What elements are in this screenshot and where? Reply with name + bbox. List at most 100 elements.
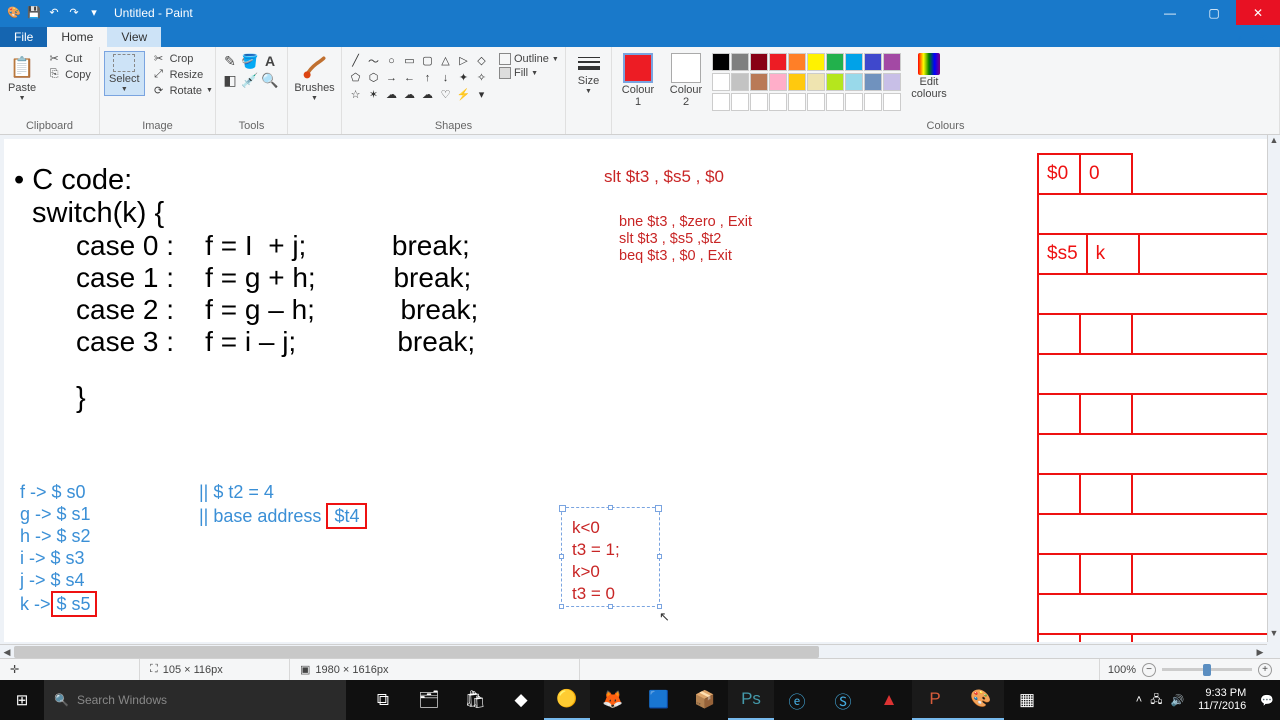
- palette-swatch[interactable]: [788, 93, 806, 111]
- paint-icon[interactable]: 🎨: [958, 680, 1004, 720]
- resize-button[interactable]: ⤢Resize: [149, 67, 216, 82]
- select-icon: [113, 54, 135, 72]
- palette-swatch[interactable]: [807, 53, 825, 71]
- qat-custom-icon[interactable]: ▾: [86, 5, 102, 21]
- acrobat-icon[interactable]: ▲: [866, 680, 912, 720]
- tab-home[interactable]: Home: [47, 27, 107, 47]
- palette-swatch[interactable]: [750, 53, 768, 71]
- zoom-tool-icon[interactable]: 🔍: [262, 72, 278, 88]
- cut-button[interactable]: ✂Cut: [44, 51, 94, 66]
- vs-icon[interactable]: ◆: [498, 680, 544, 720]
- firefox-icon[interactable]: 🦊: [590, 680, 636, 720]
- store-icon[interactable]: 🛍: [452, 680, 498, 720]
- canvas-size-icon: ▣: [300, 663, 310, 676]
- colour2-button[interactable]: Colour 2: [664, 51, 708, 110]
- horizontal-scrollbar[interactable]: ◀ ▶: [0, 644, 1267, 658]
- qat-undo-icon[interactable]: ↶: [46, 5, 62, 21]
- app2-icon[interactable]: 📦: [682, 680, 728, 720]
- volume-icon[interactable]: 🔊: [1170, 694, 1184, 707]
- chrome-icon[interactable]: 🟡: [544, 680, 590, 720]
- palette-swatch[interactable]: [731, 73, 749, 91]
- paste-button[interactable]: 📋 Paste ▼: [4, 51, 40, 104]
- network-icon[interactable]: 🖧: [1150, 691, 1162, 710]
- palette-swatch[interactable]: [845, 73, 863, 91]
- palette-swatch[interactable]: [712, 93, 730, 111]
- eraser-tool-icon[interactable]: ◧: [222, 72, 238, 88]
- brushes-button[interactable]: Brushes ▼: [290, 51, 338, 104]
- palette-swatch[interactable]: [864, 53, 882, 71]
- notifications-icon[interactable]: 💬: [1260, 694, 1274, 707]
- crop-button[interactable]: ✂Crop: [149, 51, 216, 66]
- palette-swatch[interactable]: [864, 93, 882, 111]
- scroll-down-icon[interactable]: ▼: [1268, 628, 1280, 642]
- palette-swatch[interactable]: [712, 53, 730, 71]
- start-button[interactable]: ⊞: [0, 680, 44, 720]
- tab-view[interactable]: View: [107, 27, 161, 47]
- zoom-in-button[interactable]: +: [1258, 663, 1272, 677]
- zoom-slider[interactable]: [1162, 668, 1252, 671]
- palette-swatch[interactable]: [712, 73, 730, 91]
- boxed-s5: $ s5: [51, 591, 97, 617]
- search-input[interactable]: 🔍 Search Windows: [44, 680, 346, 720]
- copy-button[interactable]: ⎘Copy: [44, 67, 94, 82]
- palette-swatch[interactable]: [731, 93, 749, 111]
- taskview-icon[interactable]: ⧉: [360, 680, 406, 720]
- scroll-up-icon[interactable]: ▲: [1268, 135, 1280, 149]
- app3-icon[interactable]: ▦: [1004, 680, 1050, 720]
- fill-tool-icon[interactable]: 🪣: [242, 53, 258, 69]
- select-button[interactable]: Select ▼: [104, 51, 145, 96]
- palette-swatch[interactable]: [883, 93, 901, 111]
- palette-swatch[interactable]: [807, 73, 825, 91]
- colour-palette[interactable]: [712, 51, 901, 113]
- tray-chevron-icon[interactable]: ˄: [1136, 694, 1142, 706]
- palette-swatch[interactable]: [826, 73, 844, 91]
- qat-save-icon[interactable]: 💾: [26, 5, 42, 21]
- palette-swatch[interactable]: [769, 93, 787, 111]
- scroll-right-icon[interactable]: ▶: [1253, 645, 1267, 658]
- tab-file[interactable]: File: [0, 27, 47, 47]
- skype-icon[interactable]: Ⓢ: [820, 680, 866, 720]
- size-button[interactable]: Size ▼: [570, 51, 608, 97]
- outline-button[interactable]: Outline ▼: [499, 53, 559, 65]
- palette-swatch[interactable]: [788, 73, 806, 91]
- palette-swatch[interactable]: [826, 93, 844, 111]
- close-button[interactable]: ✕: [1236, 0, 1280, 25]
- photoshop-icon[interactable]: Ps: [728, 680, 774, 720]
- edit-colours-button[interactable]: Edit colours: [905, 51, 953, 102]
- palette-swatch[interactable]: [769, 73, 787, 91]
- ribbon-minimise-icon[interactable]: ˄: [1232, 32, 1248, 47]
- scroll-thumb[interactable]: [14, 646, 819, 658]
- colour1-button[interactable]: Colour 1: [616, 51, 660, 110]
- palette-swatch[interactable]: [826, 53, 844, 71]
- palette-swatch[interactable]: [731, 53, 749, 71]
- qat-redo-icon[interactable]: ↷: [66, 5, 82, 21]
- shapes-gallery[interactable]: ╱〜○▭▢△▷◇ ⬠⬡→←↑↓✦✧ ☆✶☁☁☁♡⚡▾: [346, 51, 491, 104]
- scroll-left-icon[interactable]: ◀: [0, 645, 14, 658]
- palette-swatch[interactable]: [769, 53, 787, 71]
- canvas[interactable]: • C code: switch(k) { case 0 : f = I + j…: [4, 139, 1268, 642]
- fill-button[interactable]: Fill ▼: [499, 67, 559, 79]
- picker-tool-icon[interactable]: 💉: [242, 72, 258, 88]
- minimize-button[interactable]: —: [1148, 0, 1192, 25]
- maximize-button[interactable]: ▢: [1192, 0, 1236, 25]
- ie-icon[interactable]: ⓔ: [774, 680, 820, 720]
- palette-swatch[interactable]: [883, 53, 901, 71]
- palette-swatch[interactable]: [883, 73, 901, 91]
- palette-swatch[interactable]: [750, 93, 768, 111]
- palette-swatch[interactable]: [845, 53, 863, 71]
- palette-swatch[interactable]: [845, 93, 863, 111]
- explorer-icon[interactable]: 🗂: [406, 680, 452, 720]
- rotate-button[interactable]: ⟳Rotate ▼: [149, 83, 216, 98]
- zoom-out-button[interactable]: −: [1142, 663, 1156, 677]
- text-tool-icon[interactable]: A: [262, 53, 278, 69]
- pencil-tool-icon[interactable]: ✎: [222, 53, 238, 69]
- vertical-scrollbar[interactable]: ▲ ▼: [1267, 135, 1280, 642]
- help-icon[interactable]: ?: [1256, 32, 1272, 47]
- palette-swatch[interactable]: [788, 53, 806, 71]
- powerpoint-icon[interactable]: P: [912, 680, 958, 720]
- palette-swatch[interactable]: [864, 73, 882, 91]
- clock[interactable]: 9:33 PM 11/7/2016: [1192, 687, 1252, 713]
- palette-swatch[interactable]: [750, 73, 768, 91]
- app1-icon[interactable]: 🟦: [636, 680, 682, 720]
- palette-swatch[interactable]: [807, 93, 825, 111]
